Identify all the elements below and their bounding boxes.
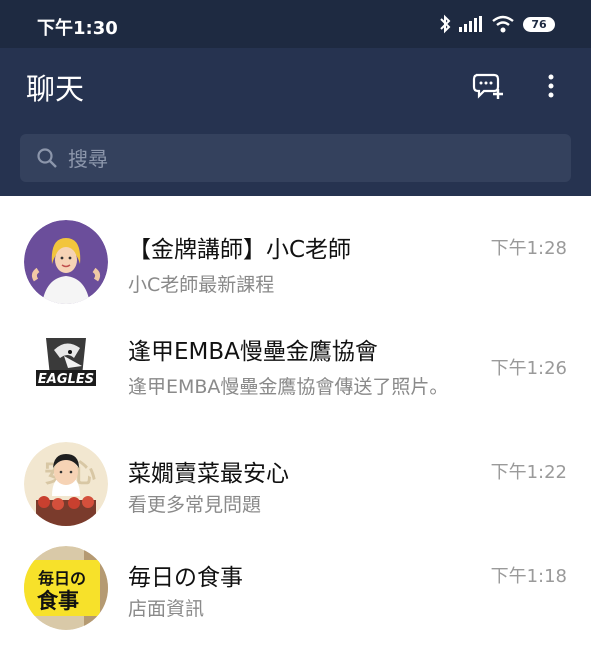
svg-text:毎日の: 毎日の bbox=[38, 569, 86, 588]
page-title: 聊天 bbox=[26, 72, 85, 106]
signal-icon bbox=[459, 16, 482, 32]
chat-item[interactable]: EAGLES 逢甲EMBA慢壘金鷹協會 逢甲EMBA慢壘金鷹協會傳送了照片。 下… bbox=[0, 312, 591, 442]
chat-name: 毎日の食事 bbox=[128, 565, 243, 591]
avatar: 毎日の 食事 bbox=[24, 546, 108, 630]
avatar: EAGLES bbox=[24, 322, 108, 406]
search-icon bbox=[37, 148, 57, 168]
chat-last-message: 逢甲EMBA慢壘金鷹協會傳送了照片。 bbox=[128, 376, 449, 398]
bluetooth-icon bbox=[440, 14, 451, 34]
chat-time: 下午1:18 bbox=[490, 566, 567, 587]
header: 聊天 bbox=[0, 48, 591, 196]
svg-text:食事: 食事 bbox=[37, 589, 79, 613]
chat-time: 下午1:22 bbox=[490, 462, 567, 483]
more-vertical-icon bbox=[548, 74, 554, 98]
svg-text:EAGLES: EAGLES bbox=[38, 372, 94, 387]
chat-name: 逢甲EMBA慢壘金鷹協會 bbox=[128, 339, 378, 365]
new-chat-icon bbox=[472, 73, 503, 99]
battery-icon: 76 bbox=[523, 16, 555, 32]
avatar bbox=[24, 220, 108, 304]
chat-last-message: 小C老師最新課程 bbox=[128, 274, 275, 296]
new-chat-button[interactable] bbox=[470, 68, 506, 104]
wifi-icon bbox=[492, 15, 514, 33]
chat-list: 【金牌講師】小C老師 小C老師最新課程 下午1:28 EAGLES 逢甲EMBA… bbox=[0, 196, 591, 646]
more-options-button[interactable] bbox=[533, 68, 569, 104]
status-time: 下午1:30 bbox=[37, 18, 118, 39]
status-bar: 下午1:30 76 bbox=[0, 0, 591, 48]
chat-item[interactable]: 【金牌講師】小C老師 小C老師最新課程 下午1:28 bbox=[0, 196, 591, 312]
chat-item[interactable]: 安心 菜嫺賣菜最安心 看更多常見問題 下午1:22 bbox=[0, 442, 591, 546]
chat-name: 【金牌講師】小C老師 bbox=[128, 237, 352, 263]
search-input[interactable] bbox=[66, 134, 550, 184]
avatar: 安心 bbox=[24, 442, 108, 526]
chat-last-message: 店面資訊 bbox=[128, 598, 205, 620]
chat-item[interactable]: 毎日の 食事 毎日の食事 店面資訊 下午1:18 bbox=[0, 546, 591, 646]
search-bar[interactable] bbox=[20, 134, 571, 184]
chat-last-message: 看更多常見問題 bbox=[128, 494, 262, 516]
status-icons: 76 bbox=[439, 14, 555, 34]
chat-time: 下午1:26 bbox=[490, 358, 567, 379]
chat-time: 下午1:28 bbox=[490, 238, 567, 259]
chat-name: 菜嫺賣菜最安心 bbox=[128, 461, 289, 487]
